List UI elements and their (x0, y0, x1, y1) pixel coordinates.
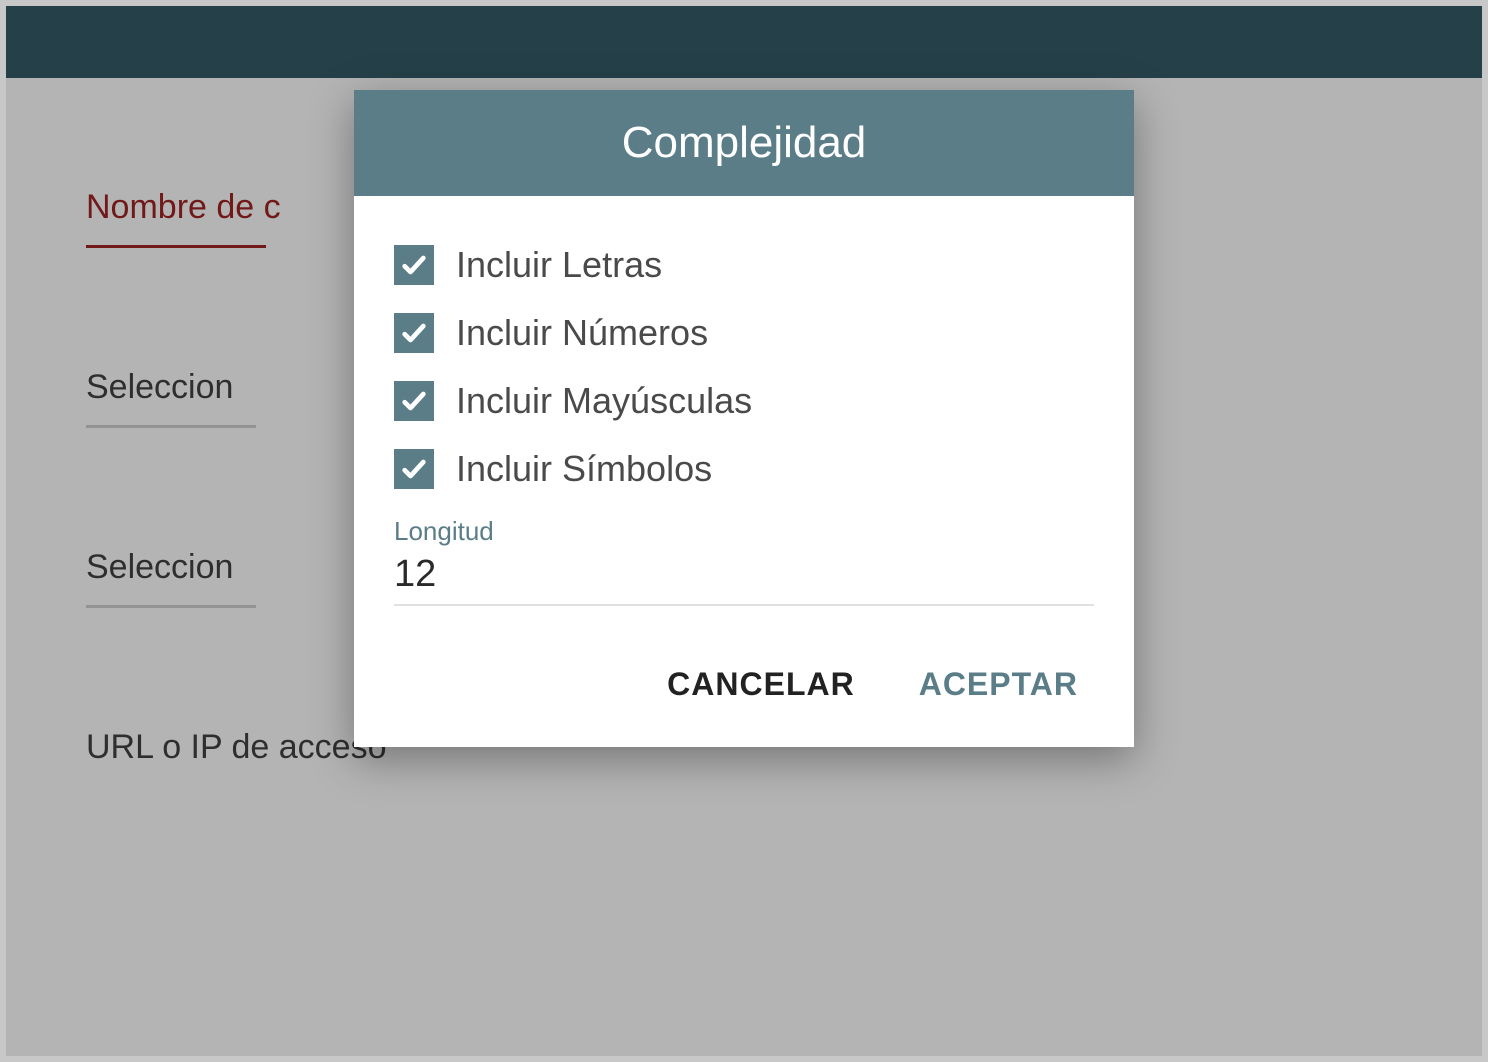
check-row-letters[interactable]: Incluir Letras (394, 244, 1094, 286)
check-label: Incluir Mayúsculas (456, 380, 752, 422)
check-row-uppercase[interactable]: Incluir Mayúsculas (394, 380, 1094, 422)
complexity-dialog: Complejidad Incluir Letras Incluir Númer… (354, 90, 1134, 747)
check-label: Incluir Símbolos (456, 448, 712, 490)
dialog-title: Complejidad (354, 90, 1134, 196)
checkbox-icon[interactable] (394, 245, 434, 285)
length-field: Longitud (394, 516, 1094, 606)
dialog-actions: CANCELAR ACEPTAR (354, 606, 1134, 747)
length-input[interactable] (394, 553, 1094, 596)
check-label: Incluir Números (456, 312, 708, 354)
checkbox-icon[interactable] (394, 449, 434, 489)
checkbox-icon[interactable] (394, 313, 434, 353)
check-row-symbols[interactable]: Incluir Símbolos (394, 448, 1094, 490)
modal-overlay[interactable]: Complejidad Incluir Letras Incluir Númer… (6, 6, 1482, 1056)
accept-button[interactable]: ACEPTAR (919, 666, 1078, 703)
checkbox-icon[interactable] (394, 381, 434, 421)
app-frame: Nombre de c Seleccion Seleccion URL o IP… (0, 0, 1488, 1062)
dialog-body: Incluir Letras Incluir Números Incluir M… (354, 196, 1134, 606)
cancel-button[interactable]: CANCELAR (667, 666, 855, 703)
length-label: Longitud (394, 516, 1094, 547)
check-label: Incluir Letras (456, 244, 662, 286)
check-row-numbers[interactable]: Incluir Números (394, 312, 1094, 354)
